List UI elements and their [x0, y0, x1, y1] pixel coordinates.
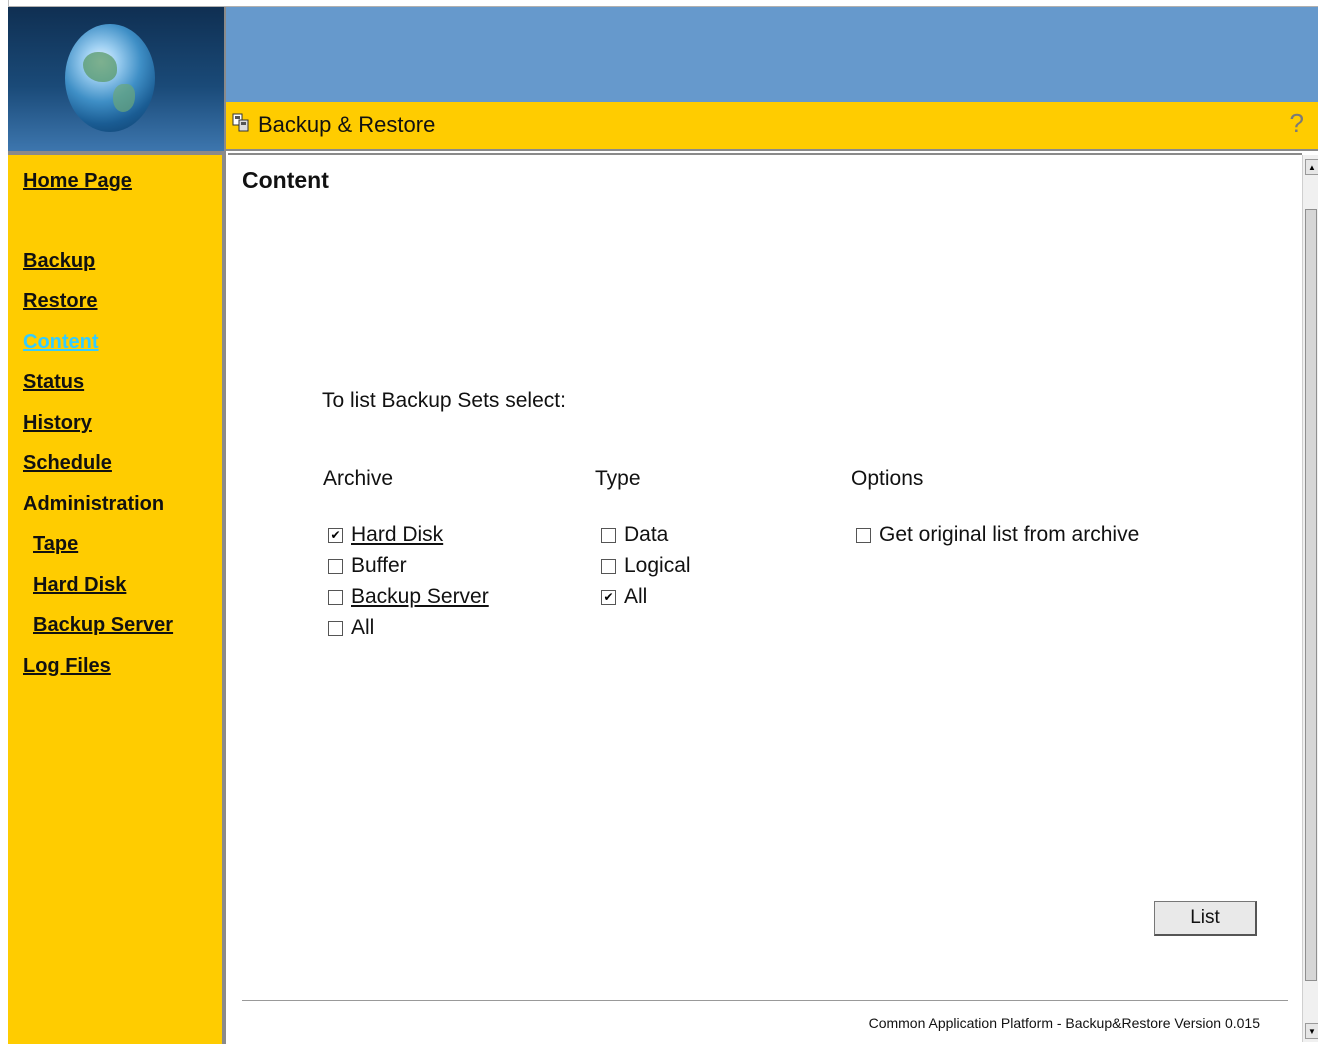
footer-version-text: Common Application Platform - Backup&Res…: [868, 1015, 1260, 1031]
archive-buffer-label: Buffer: [351, 554, 407, 577]
type-logical-option[interactable]: Logical: [601, 554, 691, 578]
archive-all-option[interactable]: All: [328, 616, 374, 640]
sidebar-heading-administration: Administration: [23, 493, 165, 515]
type-logical-checkbox[interactable]: [601, 558, 616, 574]
scrollbar-thumb[interactable]: [1305, 209, 1317, 981]
archive-all-label: All: [351, 616, 375, 639]
page-title: Content: [242, 167, 329, 193]
archive-heading: Archive: [323, 467, 394, 490]
type-data-label: Data: [624, 523, 669, 546]
options-heading: Options: [851, 467, 924, 490]
type-all-option[interactable]: ✔ All: [601, 585, 647, 609]
archive-all-checkbox[interactable]: [328, 620, 343, 636]
sidebar-nav: Home Page Backup Restore Content Status …: [8, 153, 226, 1044]
type-all-label: All: [624, 585, 648, 608]
archive-backup-server-option[interactable]: Backup Server: [328, 585, 489, 609]
type-data-checkbox[interactable]: [601, 527, 616, 543]
archive-backup-server-label[interactable]: Backup Server: [351, 585, 489, 609]
footer-divider: [242, 1000, 1288, 1001]
sidebar-item-content[interactable]: Content: [23, 331, 99, 354]
sidebar-item-home-page[interactable]: Home Page: [23, 170, 132, 193]
scroll-up-arrow-icon[interactable]: ▲: [1305, 159, 1318, 175]
type-data-option[interactable]: Data: [601, 523, 668, 547]
sidebar-item-log-files[interactable]: Log Files: [23, 655, 111, 678]
get-original-list-checkbox[interactable]: [856, 527, 871, 543]
sidebar-item-backup-server[interactable]: Backup Server: [33, 614, 173, 637]
type-logical-label: Logical: [624, 554, 691, 577]
sidebar-item-backup[interactable]: Backup: [23, 250, 95, 273]
sidebar-item-status[interactable]: Status: [23, 371, 84, 394]
vertical-scrollbar[interactable]: ▲ ▼: [1302, 155, 1318, 1042]
header-banner: [226, 7, 1318, 102]
list-button[interactable]: List: [1154, 901, 1257, 936]
archive-hard-disk-checkbox[interactable]: ✔: [328, 527, 343, 543]
archive-buffer-option[interactable]: Buffer: [328, 554, 407, 578]
get-original-list-option[interactable]: Get original list from archive: [856, 523, 1139, 547]
main-content: Content To list Backup Sets select: Arch…: [228, 153, 1302, 1044]
type-heading: Type: [595, 467, 641, 490]
globe-logo-icon: [65, 24, 155, 132]
archive-hard-disk-label[interactable]: Hard Disk: [351, 523, 443, 547]
title-bar: Backup & Restore ?: [226, 102, 1318, 151]
get-original-list-label: Get original list from archive: [879, 523, 1140, 546]
type-all-checkbox[interactable]: ✔: [601, 589, 616, 605]
sidebar-item-hard-disk[interactable]: Hard Disk: [33, 574, 126, 597]
archive-hard-disk-option[interactable]: ✔ Hard Disk: [328, 523, 443, 547]
question-mark-icon[interactable]: ?: [1290, 108, 1304, 139]
instruction-text: To list Backup Sets select:: [322, 389, 566, 412]
archive-buffer-checkbox[interactable]: [328, 558, 343, 574]
archive-backup-server-checkbox[interactable]: [328, 589, 343, 605]
backup-restore-icon: [232, 113, 249, 132]
sidebar-item-history[interactable]: History: [23, 412, 92, 435]
logo-panel: [8, 7, 226, 153]
sidebar-item-restore[interactable]: Restore: [23, 290, 97, 313]
scroll-down-arrow-icon[interactable]: ▼: [1305, 1023, 1318, 1039]
window-top-edge: [0, 0, 1318, 7]
sidebar-item-tape[interactable]: Tape: [33, 533, 78, 556]
sidebar-item-schedule[interactable]: Schedule: [23, 452, 112, 475]
app-title: Backup & Restore: [258, 112, 436, 137]
